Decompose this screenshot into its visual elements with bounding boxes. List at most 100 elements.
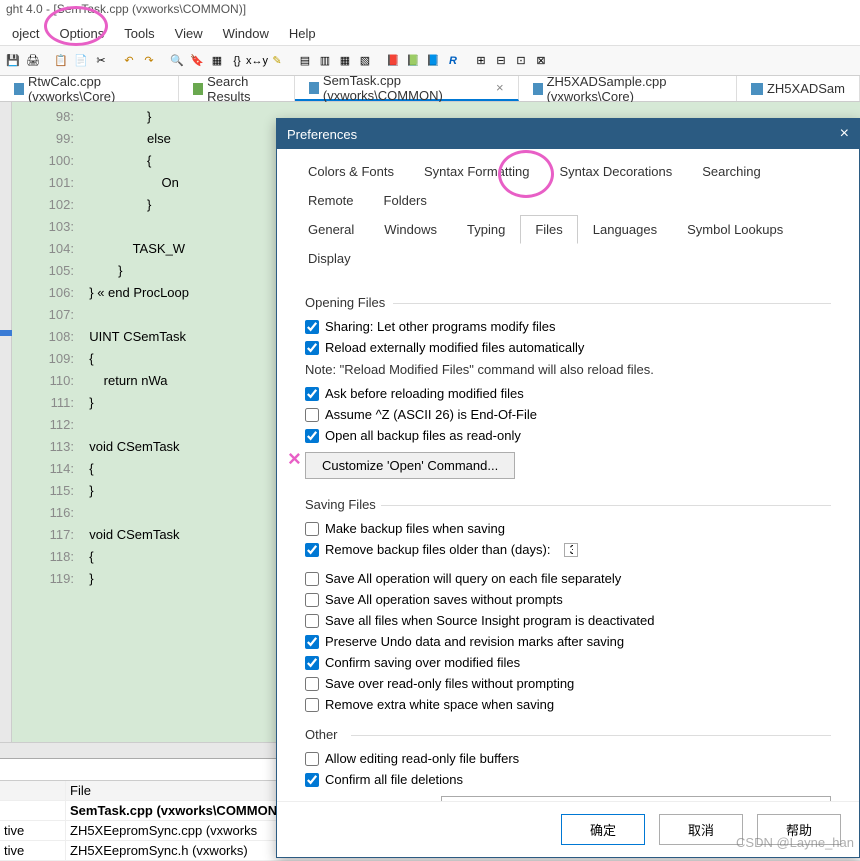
cancel-button[interactable]: 取消 <box>659 814 743 845</box>
label: Save All operation saves without prompts <box>325 592 563 607</box>
paste-icon[interactable]: 📄 <box>72 52 90 70</box>
note-reload: Note: "Reload Modified Files" command wi… <box>305 358 831 383</box>
copy-icon[interactable]: 📋 <box>52 52 70 70</box>
code-text: return nWa <box>82 370 168 392</box>
tab-colors-fonts[interactable]: Colors & Fonts <box>293 157 409 186</box>
checkbox-make-backup[interactable] <box>305 522 319 536</box>
tab-symbol-lookups[interactable]: Symbol Lookups <box>672 215 798 244</box>
symbol-icon[interactable]: {} <box>228 52 246 70</box>
find-icon[interactable]: 🔍 <box>168 52 186 70</box>
menu-view[interactable]: View <box>165 24 213 43</box>
checkbox-reload-auto[interactable] <box>305 341 319 355</box>
tab-zh5xadsam2[interactable]: ZH5XADSam <box>737 76 860 101</box>
tab-general[interactable]: General <box>293 215 369 244</box>
tab-zh5xadsample[interactable]: ZH5XADSample.cpp (vxworks\Core) <box>519 76 737 101</box>
customize-open-button[interactable]: Customize 'Open' Command... <box>305 452 515 479</box>
line-number: 117 <box>12 524 82 546</box>
checkbox-confirm-modified[interactable] <box>305 656 319 670</box>
bookmark-icon[interactable]: 🔖 <box>188 52 206 70</box>
line-number: 100 <box>12 150 82 172</box>
layout1-icon[interactable]: ⊞ <box>472 52 490 70</box>
window-title: ght 4.0 - [SemTask.cpp (vxworks\COMMON)] <box>0 0 860 22</box>
menu-options[interactable]: Options <box>49 24 114 43</box>
window4-icon[interactable]: ▧ <box>356 52 374 70</box>
print-icon[interactable]: 🖨 <box>24 52 42 70</box>
dialog-title: Preferences <box>287 127 357 142</box>
tab-folders[interactable]: Folders <box>369 186 442 215</box>
label: Reload externally modified files automat… <box>325 340 584 355</box>
tab-remote[interactable]: Remote <box>293 186 369 215</box>
checkbox-assume-eof[interactable] <box>305 408 319 422</box>
tab-semtask[interactable]: SemTask.cpp (vxworks\COMMON)× <box>295 76 519 101</box>
line-number: 116 <box>12 502 82 524</box>
cut-icon[interactable]: ✂ <box>92 52 110 70</box>
tab-label: RtwCalc.cpp (vxworks\Core) <box>28 74 164 104</box>
label: Save over read-only files without prompt… <box>325 676 574 691</box>
tab-rtwcalc[interactable]: RtwCalc.cpp (vxworks\Core) <box>0 76 179 101</box>
checkbox-remove-whitespace[interactable] <box>305 698 319 712</box>
tab-searching[interactable]: Searching <box>687 157 776 186</box>
line-number: 98 <box>12 106 82 128</box>
window1-icon[interactable]: ▤ <box>296 52 314 70</box>
checkbox-sharing[interactable] <box>305 320 319 334</box>
window3-icon[interactable]: ▦ <box>336 52 354 70</box>
layout4-icon[interactable]: ⊠ <box>532 52 550 70</box>
refresh-icon[interactable]: R <box>444 52 462 70</box>
tab-label: ZH5XADSam <box>767 81 845 96</box>
layout3-icon[interactable]: ⊡ <box>512 52 530 70</box>
save-icon[interactable]: 💾 <box>4 52 22 70</box>
file-icon <box>309 82 319 94</box>
window2-icon[interactable]: ▥ <box>316 52 334 70</box>
label: Confirm all file deletions <box>325 772 463 787</box>
nav-icon[interactable]: ▦ <box>208 52 226 70</box>
menu-help[interactable]: Help <box>279 24 326 43</box>
code-text: { <box>82 546 94 568</box>
label: Ask before reloading modified files <box>325 386 524 401</box>
checkbox-ask-reload[interactable] <box>305 387 319 401</box>
code-text: void CSemTask <box>82 436 180 458</box>
tab-languages[interactable]: Languages <box>578 215 672 244</box>
tab-display[interactable]: Display <box>293 244 366 273</box>
days-input[interactable] <box>564 543 578 557</box>
toolbar: 💾 🖨 📋 📄 ✂ ↶ ↷ 🔍 🔖 ▦ {} x↔y ✎ ▤ ▥ ▦ ▧ 📕 📗… <box>0 46 860 76</box>
line-number: 108 <box>12 326 82 348</box>
replace-icon[interactable]: x↔y <box>248 52 266 70</box>
menu-project[interactable]: oject <box>2 24 49 43</box>
checkbox-preserve-undo[interactable] <box>305 635 319 649</box>
checkbox-confirm-delete[interactable] <box>305 773 319 787</box>
tab-typing[interactable]: Typing <box>452 215 520 244</box>
redo-icon[interactable]: ↷ <box>140 52 158 70</box>
tab-windows[interactable]: Windows <box>369 215 452 244</box>
line-number: 104 <box>12 238 82 260</box>
checkbox-save-all-noprompt[interactable] <box>305 593 319 607</box>
code-text: } <box>82 568 94 590</box>
book3-icon[interactable]: 📘 <box>424 52 442 70</box>
layout2-icon[interactable]: ⊟ <box>492 52 510 70</box>
tab-search-results[interactable]: Search Results <box>179 76 295 101</box>
checkbox-open-backup-ro[interactable] <box>305 429 319 443</box>
undo-icon[interactable]: ↶ <box>120 52 138 70</box>
book1-icon[interactable]: 📕 <box>384 52 402 70</box>
tab-syntax-formatting[interactable]: Syntax Formatting <box>409 157 545 186</box>
dialog-body: Opening Files Sharing: Let other program… <box>277 273 859 801</box>
checkbox-save-all-query[interactable] <box>305 572 319 586</box>
close-icon[interactable]: × <box>496 80 504 95</box>
highlight-icon[interactable]: ✎ <box>268 52 286 70</box>
ok-button[interactable]: 确定 <box>561 814 645 845</box>
label: Confirm saving over modified files <box>325 655 520 670</box>
checkbox-save-deactivated[interactable] <box>305 614 319 628</box>
line-number: 115 <box>12 480 82 502</box>
line-number: 103 <box>12 216 82 238</box>
code-text: TASK_W <box>82 238 185 260</box>
checkbox-save-readonly[interactable] <box>305 677 319 691</box>
menu-tools[interactable]: Tools <box>114 24 164 43</box>
line-number: 101 <box>12 172 82 194</box>
label: Remove backup files older than (days): <box>325 542 550 557</box>
close-icon[interactable]: × <box>840 125 849 143</box>
checkbox-allow-edit-ro[interactable] <box>305 752 319 766</box>
tab-files[interactable]: Files <box>520 215 577 244</box>
tab-syntax-decorations[interactable]: Syntax Decorations <box>544 157 687 186</box>
menu-window[interactable]: Window <box>213 24 279 43</box>
checkbox-remove-older[interactable] <box>305 543 319 557</box>
book2-icon[interactable]: 📗 <box>404 52 422 70</box>
